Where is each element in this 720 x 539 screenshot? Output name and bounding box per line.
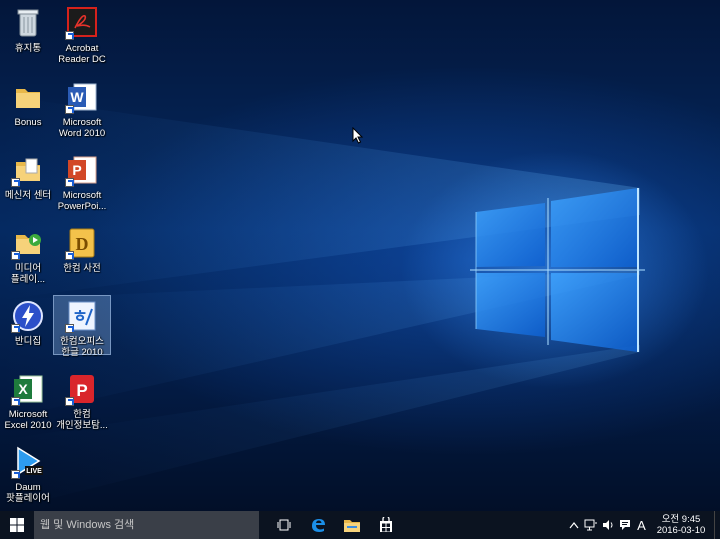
desktop-icon-hancom-privacy[interactable]: P 한컴 개인정보탐... (54, 369, 110, 431)
bandizip-icon (11, 299, 45, 333)
desktop-icon-label: 한컴 개인정보탐... (56, 409, 108, 431)
store-icon (380, 517, 392, 532)
speaker-icon (602, 520, 612, 530)
recycle-bin-icon (11, 6, 45, 40)
notification-icon (619, 520, 630, 530)
start-button[interactable] (0, 511, 34, 539)
shortcut-arrow-icon (65, 324, 74, 333)
media-folder-icon (11, 226, 45, 260)
potplayer-icon: LIVE (11, 445, 45, 479)
desktop-icon-messenger-center[interactable]: 메신저 센터 (0, 150, 56, 201)
excel-icon: X (11, 372, 45, 406)
svg-text:ㅎ: ㅎ (72, 307, 88, 326)
taskbar: A 오전 9:45 2016-03-10 (0, 511, 720, 539)
shortcut-arrow-icon (11, 251, 20, 260)
desktop-icon-label: 메신저 센터 (4, 190, 52, 201)
store-button[interactable] (369, 511, 403, 539)
desktop-icon-label: Acrobat Reader DC (58, 43, 106, 65)
file-explorer-icon (344, 520, 360, 532)
search-input[interactable] (40, 519, 250, 531)
folder-icon (11, 80, 45, 114)
svg-text:D: D (76, 234, 89, 254)
desktop-icon-bandizip[interactable]: 반디집 (0, 296, 56, 347)
hwp-icon: ㅎ (65, 299, 99, 333)
task-view-icon (277, 519, 291, 531)
desktop-icon-label: Microsoft Word 2010 (58, 117, 106, 139)
clock-date: 2016-03-10 (656, 525, 706, 536)
shortcut-arrow-icon (11, 397, 20, 406)
show-desktop-button[interactable] (714, 511, 720, 539)
desktop-icons: 휴지통 Acrobat Reader DC Bonus W Microsoft … (0, 0, 720, 511)
mouse-cursor-icon (352, 127, 364, 144)
windows-logo-icon (10, 518, 24, 532)
desktop-icon-word[interactable]: W Microsoft Word 2010 (54, 77, 110, 139)
desktop-icon-hwp-2010[interactable]: ㅎ 한컴오피스 한글 2010 (53, 295, 111, 358)
network-button[interactable] (582, 511, 599, 539)
desktop-icon-label: 미디어 플레이... (10, 263, 46, 285)
desktop-icon-label: 반디집 (14, 336, 42, 347)
show-hidden-icons-button[interactable] (565, 511, 582, 539)
svg-text:W: W (70, 89, 84, 105)
desktop-icon-acrobat[interactable]: Acrobat Reader DC (54, 3, 110, 65)
shortcut-arrow-icon (65, 31, 74, 40)
powerpoint-icon: P (65, 153, 99, 187)
network-icon (584, 519, 597, 531)
shortcut-arrow-icon (65, 105, 74, 114)
action-center-button[interactable] (616, 511, 633, 539)
taskbar-clock[interactable]: 오전 9:45 2016-03-10 (650, 514, 712, 537)
shortcut-arrow-icon (11, 178, 20, 187)
chevron-up-icon (569, 522, 578, 529)
acrobat-icon (65, 6, 99, 40)
hancom-dictionary-icon: D (65, 226, 99, 260)
desktop-icon-label: Bonus (14, 117, 42, 128)
shortcut-arrow-icon (11, 470, 20, 479)
shortcut-arrow-icon (65, 178, 74, 187)
svg-text:X: X (18, 381, 28, 397)
desktop-icon-potplayer[interactable]: LIVE Daum 팟플레이어 (0, 442, 56, 504)
desktop-icon-excel[interactable]: X Microsoft Excel 2010 (0, 369, 56, 431)
clock-time: 오전 9:45 (661, 513, 701, 525)
folder-shortcut-icon (11, 153, 45, 187)
desktop-icon-hancom-dictionary[interactable]: D 한컴 사전 (54, 223, 110, 274)
file-explorer-button[interactable] (335, 511, 369, 539)
desktop-icon-label: Daum 팟플레이어 (6, 482, 50, 504)
shortcut-arrow-icon (65, 251, 74, 260)
desktop-icon-label: 한컴오피스 한글 2010 (60, 336, 104, 358)
desktop-icon-label: Microsoft PowerPoi... (57, 190, 107, 212)
volume-button[interactable] (599, 511, 616, 539)
hancom-privacy-icon: P (65, 372, 99, 406)
desktop-icon-media-player[interactable]: 미디어 플레이... (0, 223, 56, 285)
task-view-button[interactable] (267, 511, 301, 539)
edge-button[interactable] (301, 511, 335, 539)
desktop-icon-label: 한컴 사전 (63, 263, 101, 274)
desktop-icon-label: 휴지통 (14, 43, 42, 54)
svg-text:P: P (76, 381, 87, 400)
word-icon: W (65, 80, 99, 114)
edge-icon (312, 519, 325, 532)
shortcut-arrow-icon (11, 324, 20, 333)
input-language-button[interactable]: A (633, 511, 650, 539)
desktop-icon-label: Microsoft Excel 2010 (4, 409, 52, 431)
shortcut-arrow-icon (65, 397, 74, 406)
desktop-icon-recycle-bin[interactable]: 휴지통 (0, 3, 56, 54)
taskbar-search-box[interactable] (34, 511, 259, 539)
system-tray: A 오전 9:45 2016-03-10 (565, 511, 720, 539)
desktop-icon-bonus[interactable]: Bonus (0, 77, 56, 128)
svg-text:LIVE: LIVE (26, 468, 42, 475)
svg-text:P: P (72, 162, 81, 178)
desktop-icon-powerpoint[interactable]: P Microsoft PowerPoi... (54, 150, 110, 212)
